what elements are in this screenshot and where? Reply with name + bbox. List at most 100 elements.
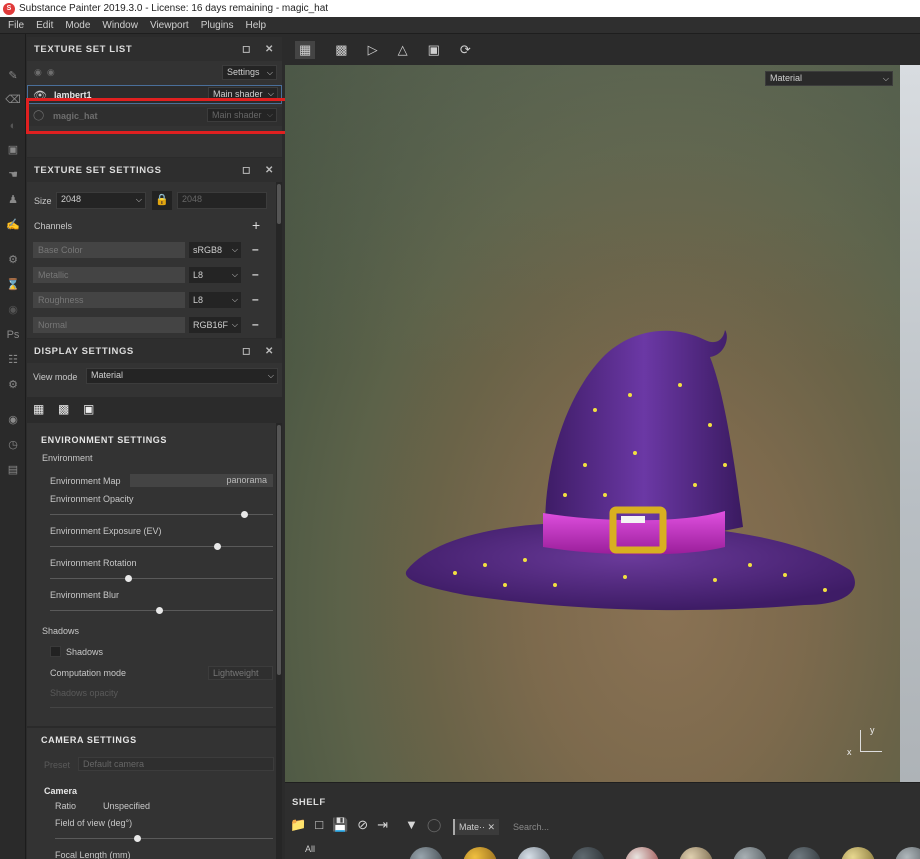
mirror-x-icon[interactable]: ▷ bbox=[368, 42, 378, 58]
document-icon[interactable]: ☷ bbox=[5, 352, 21, 368]
undock-icon[interactable]: ◻ bbox=[242, 44, 251, 55]
fit-view-icon[interactable]: ▣ bbox=[428, 42, 440, 58]
field-of-view-slider[interactable] bbox=[55, 835, 273, 842]
undock-icon[interactable]: ◻ bbox=[242, 165, 251, 176]
display-settings-panel: DISPLAY SETTINGS ◻ ✕ View mode Material ⌵… bbox=[27, 339, 282, 859]
remove-channel-button[interactable]: – bbox=[252, 317, 259, 331]
channel-format-dropdown[interactable]: RGB16F ⌵ bbox=[189, 317, 241, 333]
history-icon[interactable]: ◷ bbox=[5, 437, 21, 453]
lock-icon[interactable]: 🔒 bbox=[152, 191, 172, 210]
mirror-y-icon[interactable]: △ bbox=[398, 42, 408, 58]
reset-filter-icon[interactable]: ◯ bbox=[427, 817, 442, 833]
environment-opacity-slider[interactable] bbox=[50, 511, 273, 518]
color-picker-icon[interactable]: ✍ bbox=[5, 217, 21, 233]
camera-tab-icon[interactable]: ▩ bbox=[58, 402, 69, 416]
clone-stamp-icon[interactable]: ♟ bbox=[5, 192, 21, 208]
save-icon[interactable]: 💾 bbox=[332, 817, 348, 833]
category-all[interactable]: All bbox=[305, 844, 315, 854]
log-icon[interactable]: ▤ bbox=[5, 462, 21, 478]
size-dropdown[interactable]: 2048 ⌵ bbox=[56, 192, 146, 209]
highlight-annotation bbox=[26, 98, 289, 134]
new-item-icon[interactable]: □ bbox=[315, 817, 323, 833]
material-preview[interactable] bbox=[733, 847, 767, 859]
environment-map-field[interactable]: panorama bbox=[130, 474, 273, 487]
slider-knob[interactable] bbox=[213, 543, 221, 550]
menu-help[interactable]: Help bbox=[240, 20, 273, 31]
material-preview[interactable] bbox=[679, 847, 713, 859]
settings-dropdown[interactable]: Settings ⌵ bbox=[222, 65, 277, 80]
material-preview[interactable] bbox=[841, 847, 875, 859]
material-preview[interactable] bbox=[787, 847, 821, 859]
geometry-mask-icon[interactable]: ▣ bbox=[5, 142, 21, 158]
slider-knob[interactable] bbox=[124, 575, 132, 582]
chevron-down-icon: ⌵ bbox=[231, 270, 238, 279]
remove-channel-button[interactable]: – bbox=[252, 267, 259, 281]
menu-file[interactable]: File bbox=[2, 20, 30, 31]
paint-brush-icon[interactable]: ✎ bbox=[5, 68, 21, 84]
material-preview[interactable] bbox=[409, 847, 443, 859]
computation-mode-dropdown[interactable]: Lightweight bbox=[208, 666, 273, 680]
channel-format-dropdown[interactable]: L8 ⌵ bbox=[189, 292, 241, 308]
3d-viewport[interactable]: Material ⌵ y x bbox=[285, 65, 920, 782]
menu-window[interactable]: Window bbox=[96, 20, 144, 31]
visibility-toggle-all-icon[interactable]: ◉ ◉ bbox=[34, 67, 55, 78]
projection-icon[interactable]: ◐ bbox=[5, 118, 21, 134]
environment-rotation-slider[interactable] bbox=[50, 575, 273, 582]
menu-viewport[interactable]: Viewport bbox=[144, 20, 195, 31]
grid-view-icon[interactable]: ▦ bbox=[295, 40, 316, 59]
undock-icon[interactable]: ◻ bbox=[242, 346, 251, 357]
material-filter-tag[interactable]: Mate·· ✕ bbox=[453, 819, 500, 835]
remove-channel-button[interactable]: – bbox=[252, 242, 259, 256]
add-channel-button[interactable]: + bbox=[252, 217, 260, 233]
view-mode-dropdown[interactable]: Material ⌵ bbox=[86, 368, 278, 384]
layers-icon[interactable]: ⚙ bbox=[5, 252, 21, 268]
close-icon[interactable]: ✕ bbox=[265, 44, 274, 55]
title-bar: S Substance Painter 2019.3.0 - License: … bbox=[0, 0, 920, 17]
import-icon[interactable]: ⇥ bbox=[377, 817, 388, 833]
environment-exposure-slider[interactable] bbox=[50, 543, 273, 550]
shadows-group-label: Shadows bbox=[42, 626, 80, 636]
scrollbar[interactable] bbox=[276, 182, 282, 338]
material-preview[interactable] bbox=[625, 847, 659, 859]
channel-name-field: Metallic bbox=[33, 267, 185, 283]
remove-channel-button[interactable]: – bbox=[252, 292, 259, 306]
view-mode-label: View mode bbox=[33, 372, 78, 382]
menu-edit[interactable]: Edit bbox=[30, 20, 59, 31]
slider-knob[interactable] bbox=[134, 835, 142, 842]
shelf-search-input[interactable]: Search... bbox=[513, 819, 663, 835]
slider-knob[interactable] bbox=[155, 607, 163, 614]
material-preview[interactable] bbox=[517, 847, 551, 859]
settings-gear-icon[interactable]: ⚙ bbox=[5, 377, 21, 393]
multi-view-icon[interactable]: ▩ bbox=[335, 42, 347, 58]
focal-length-label: Focal Length (mm) bbox=[55, 850, 131, 859]
eraser-icon[interactable]: ⌫ bbox=[5, 92, 21, 108]
environment-blur-slider[interactable] bbox=[50, 607, 273, 614]
close-icon[interactable]: ✕ bbox=[265, 165, 274, 176]
photoshop-export-icon[interactable]: Ps bbox=[5, 327, 21, 343]
filter-icon[interactable]: ▼ bbox=[405, 817, 418, 833]
material-preview[interactable] bbox=[895, 847, 920, 859]
menu-mode[interactable]: Mode bbox=[59, 20, 96, 31]
menu-plugins[interactable]: Plugins bbox=[195, 20, 240, 31]
folder-icon[interactable]: 📁 bbox=[290, 817, 306, 833]
slider-knob[interactable] bbox=[240, 511, 248, 518]
close-icon[interactable]: ✕ bbox=[265, 346, 274, 357]
channel-format-dropdown[interactable]: L8 ⌵ bbox=[189, 267, 241, 283]
shadows-checkbox[interactable] bbox=[50, 646, 61, 657]
bake-icon[interactable]: ◉ bbox=[5, 302, 21, 318]
close-icon[interactable]: ✕ bbox=[488, 822, 496, 832]
material-preview[interactable] bbox=[463, 847, 497, 859]
hide-icon[interactable]: ⊘ bbox=[357, 817, 368, 833]
environment-tab-icon[interactable]: ▦ bbox=[33, 402, 44, 416]
viewport-toolbar: ▦ ▩ ▷ △ ▣ ⟳ bbox=[285, 34, 920, 65]
hourglass-icon[interactable]: ⌛ bbox=[5, 277, 21, 293]
reset-camera-icon[interactable]: ⟳ bbox=[460, 42, 471, 58]
tool-rail: ✎ ⌫ ◐ ▣ ☚ ♟ ✍ ⚙ ⌛ ◉ Ps ☷ ⚙ ◉ ◷ ▤ bbox=[0, 34, 26, 859]
scrollbar[interactable] bbox=[276, 423, 282, 859]
smudge-icon[interactable]: ☚ bbox=[5, 167, 21, 183]
viewport-tab-icon[interactable]: ▣ bbox=[83, 402, 94, 416]
channel-format-dropdown[interactable]: sRGB8 ⌵ bbox=[189, 242, 241, 258]
camera-preset-dropdown[interactable]: Default camera bbox=[78, 757, 274, 771]
material-preview[interactable] bbox=[571, 847, 605, 859]
display-settings-icon[interactable]: ◉ bbox=[5, 412, 21, 428]
